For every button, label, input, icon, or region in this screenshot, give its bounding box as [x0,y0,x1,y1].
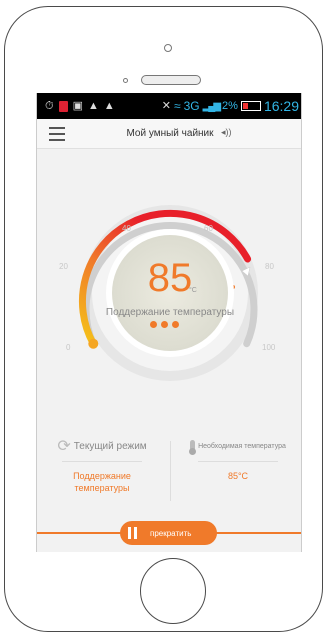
page-title: Мой умный чайник [126,128,214,139]
current-mode-value-line1: Поддержание [73,471,131,481]
refresh-icon: ⟳ [57,438,71,455]
front-camera [164,44,172,52]
scale-label-100: 100 [262,343,276,352]
stop-bar: прекратить [37,518,301,548]
warning-icon-2: ▲ [103,99,115,112]
dial-mode-label: Поддержание температуры [105,307,235,318]
current-mode-value-line2: температуры [74,483,130,493]
earpiece-speaker [141,75,201,85]
divider [198,461,278,462]
dial-start-cap [88,338,99,349]
app-header: Мой умный чайник ◂)) [37,119,301,149]
signal-icon: ▂▄▆ [202,100,222,112]
stop-bar-line-left [37,532,121,534]
pause-icon [128,527,138,539]
mode-info-panel: ⟳ Текущий режим Поддержание температуры … [37,429,301,514]
home-button[interactable] [140,558,206,624]
clock: 16:29 [263,98,299,114]
loading-dots-icon [150,321,179,328]
scale-label-40: 40 [122,224,131,233]
stop-bar-line-right [216,532,301,534]
target-temperature-value: 85°C [227,471,249,481]
scale-label-0: 0 [66,343,71,352]
scale-label-60: 60 [204,224,213,233]
current-mode-label: Текущий режим [73,440,147,452]
battery-icon [240,101,261,111]
app-screen: ⏱ ▣ ▲ ▲ ✕ ≈ 3G ▂▄▆ 2% 16:29 Мой умный ча… [36,93,302,552]
temperature-dial[interactable]: 0 20 40 60 80 100 85 °C Поддержание темп… [37,149,301,399]
divider [62,461,142,462]
sound-waves-icon: ◂)) [221,127,232,137]
stop-button[interactable]: прекратить [120,521,217,545]
image-icon: ▣ [72,99,83,112]
stop-button-label: прекратить [150,529,192,538]
current-temperature: 85 [147,256,193,300]
proximity-sensor [123,78,128,83]
warning-icon: ▲ [88,99,99,112]
app-notification-icon [58,100,68,112]
status-bar: ⏱ ▣ ▲ ▲ ✕ ≈ 3G ▂▄▆ 2% 16:29 [37,93,301,119]
vertical-divider [170,441,171,501]
target-temperature-label: Необходимая температура [198,442,286,450]
alarm-icon: ⏱ [45,99,54,112]
thermometer-icon [189,439,197,455]
network-type: 3G [183,99,200,113]
wifi-icon: ≈ [173,99,181,113]
target-temperature-section[interactable]: Необходимая температура 85°C [173,437,301,482]
battery-percent: 2% [222,100,238,112]
mute-icon: ✕ [161,99,171,112]
temperature-unit: °C [189,287,197,294]
current-mode-section: ⟳ Текущий режим Поддержание температуры [37,437,167,494]
